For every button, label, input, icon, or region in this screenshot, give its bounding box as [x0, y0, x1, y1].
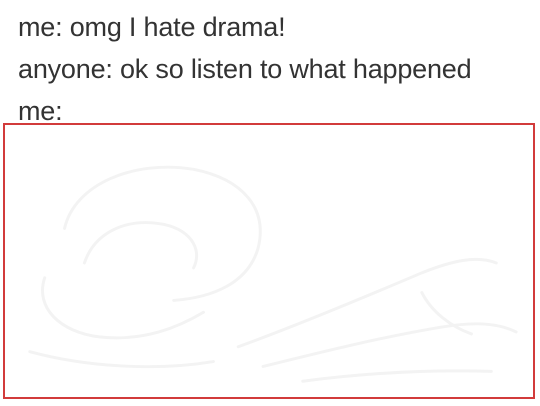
meme-caption: me: omg I hate drama! anyone: ok so list…	[18, 6, 472, 132]
meme-image-frame	[3, 123, 535, 399]
faint-sketch-image	[28, 165, 518, 383]
caption-line-2: anyone: ok so listen to what happened	[18, 54, 472, 84]
meme-page: me: omg I hate drama! anyone: ok so list…	[0, 0, 540, 406]
caption-line-1: me: omg I hate drama!	[18, 12, 286, 42]
